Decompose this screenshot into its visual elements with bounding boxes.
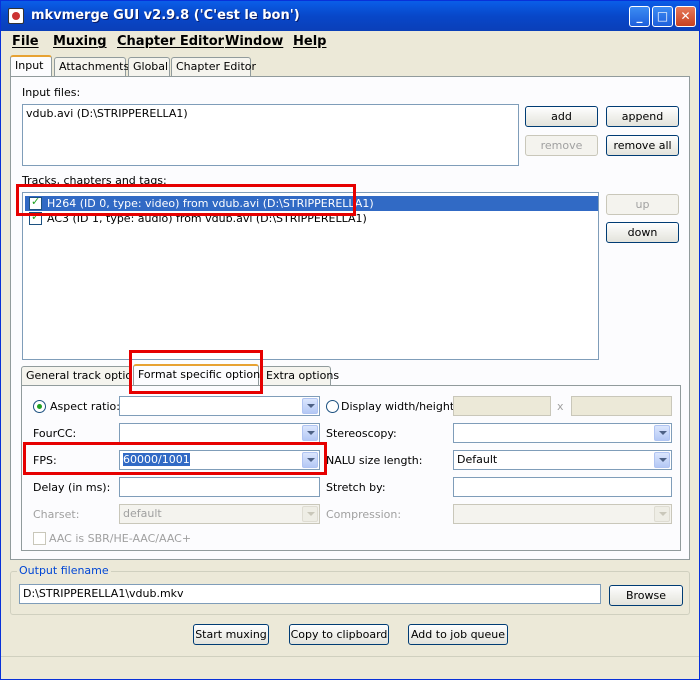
aspect-ratio-combo[interactable]: [119, 396, 320, 416]
status-bar: [1, 656, 699, 679]
menu-file[interactable]: File: [12, 34, 39, 49]
input-files-list[interactable]: vdub.avi (D:\STRIPPERELLA1): [22, 104, 519, 166]
minimize-icon[interactable]: _: [629, 6, 650, 27]
down-button[interactable]: down: [606, 222, 679, 243]
display-width-height-radio[interactable]: [326, 400, 339, 413]
window-title: mkvmerge GUI v2.9.8 ('C'est le bon'): [31, 8, 300, 23]
stretch-field[interactable]: [453, 477, 672, 497]
menu-window[interactable]: Window: [225, 34, 283, 49]
chevron-down-icon[interactable]: [302, 425, 318, 441]
input-file-item[interactable]: vdub.avi (D:\STRIPPERELLA1): [26, 107, 188, 120]
tab-attachments[interactable]: Attachments: [54, 57, 129, 76]
stretch-label: Stretch by:: [326, 481, 386, 494]
fps-highlight-box: [23, 442, 327, 475]
app-icon[interactable]: [8, 8, 24, 24]
menu-muxing[interactable]: Muxing: [53, 34, 107, 49]
chevron-down-icon[interactable]: [302, 506, 318, 522]
format-tab-highlight-box: [129, 350, 263, 394]
delay-label: Delay (in ms):: [33, 481, 111, 494]
remove-button[interactable]: remove: [525, 135, 598, 156]
close-icon[interactable]: ✕: [675, 6, 696, 27]
output-filename-field[interactable]: D:\STRIPPERELLA1\vdub.mkv: [19, 584, 601, 604]
output-filename-group: Output filename D:\STRIPPERELLA1\vdub.mk…: [10, 564, 690, 615]
tab-extra-options[interactable]: Extra options: [261, 366, 339, 385]
chevron-down-icon[interactable]: [654, 425, 670, 441]
menu-bar: File Muxing Chapter Editor Window Help: [1, 31, 699, 53]
charset-value: default: [123, 507, 162, 520]
copy-to-clipboard-button[interactable]: Copy to clipboard: [289, 624, 389, 645]
menu-chapter-editor[interactable]: Chapter Editor: [117, 34, 224, 49]
charset-label: Charset:: [33, 508, 80, 521]
compression-label: Compression:: [326, 508, 402, 521]
fourcc-label: FourCC:: [33, 427, 77, 440]
remove-all-button[interactable]: remove all: [606, 135, 679, 156]
start-muxing-button[interactable]: Start muxing: [193, 624, 269, 645]
title-bar[interactable]: mkvmerge GUI v2.9.8 ('C'est le bon') _ □…: [1, 1, 699, 31]
tracks-highlight-box: [16, 184, 356, 216]
maximize-icon[interactable]: □: [652, 6, 673, 27]
nalu-size-value: Default: [457, 453, 498, 466]
fourcc-combo[interactable]: [119, 423, 320, 443]
aac-sbr-label: AAC is SBR/HE-AAC/AAC+: [49, 532, 192, 545]
display-width-field[interactable]: [453, 396, 551, 416]
aac-sbr-checkbox[interactable]: [33, 532, 46, 545]
aspect-ratio-label: Aspect ratio:: [50, 400, 120, 413]
nalu-size-label: NALU size length:: [326, 454, 423, 467]
stereoscopy-label: Stereoscopy:: [326, 427, 397, 440]
stereoscopy-combo[interactable]: [453, 423, 672, 443]
tab-input[interactable]: Input: [10, 55, 52, 76]
display-height-field[interactable]: [571, 396, 672, 416]
chevron-down-icon[interactable]: [654, 506, 670, 522]
append-button[interactable]: append: [606, 106, 679, 127]
nalu-size-combo[interactable]: Default: [453, 450, 672, 470]
aspect-ratio-radio[interactable]: [33, 400, 46, 413]
input-files-label: Input files:: [22, 86, 81, 99]
menu-help[interactable]: Help: [293, 34, 326, 49]
tab-general-track-options[interactable]: General track options: [21, 366, 145, 385]
output-filename-value: D:\STRIPPERELLA1\vdub.mkv: [23, 587, 184, 600]
output-filename-title: Output filename: [17, 564, 111, 577]
up-button[interactable]: up: [606, 194, 679, 215]
input-panel: Input files: vdub.avi (D:\STRIPPERELLA1)…: [10, 76, 690, 560]
delay-field[interactable]: [119, 477, 320, 497]
charset-combo[interactable]: default: [119, 504, 320, 524]
add-to-job-queue-button[interactable]: Add to job queue: [408, 624, 508, 645]
browse-button[interactable]: Browse: [609, 585, 683, 606]
chevron-down-icon[interactable]: [654, 452, 670, 468]
display-width-height-label: Display width/height:: [341, 400, 458, 413]
app-window: mkvmerge GUI v2.9.8 ('C'est le bon') _ □…: [0, 0, 700, 680]
tab-global[interactable]: Global: [128, 57, 170, 76]
x-separator: x: [557, 400, 564, 413]
chevron-down-icon[interactable]: [302, 398, 318, 414]
add-button[interactable]: add: [525, 106, 598, 127]
tab-chapter-editor[interactable]: Chapter Editor: [171, 57, 256, 76]
tracks-list[interactable]: H264 (ID 0, type: video) from vdub.avi (…: [22, 192, 599, 360]
compression-combo[interactable]: [453, 504, 672, 524]
